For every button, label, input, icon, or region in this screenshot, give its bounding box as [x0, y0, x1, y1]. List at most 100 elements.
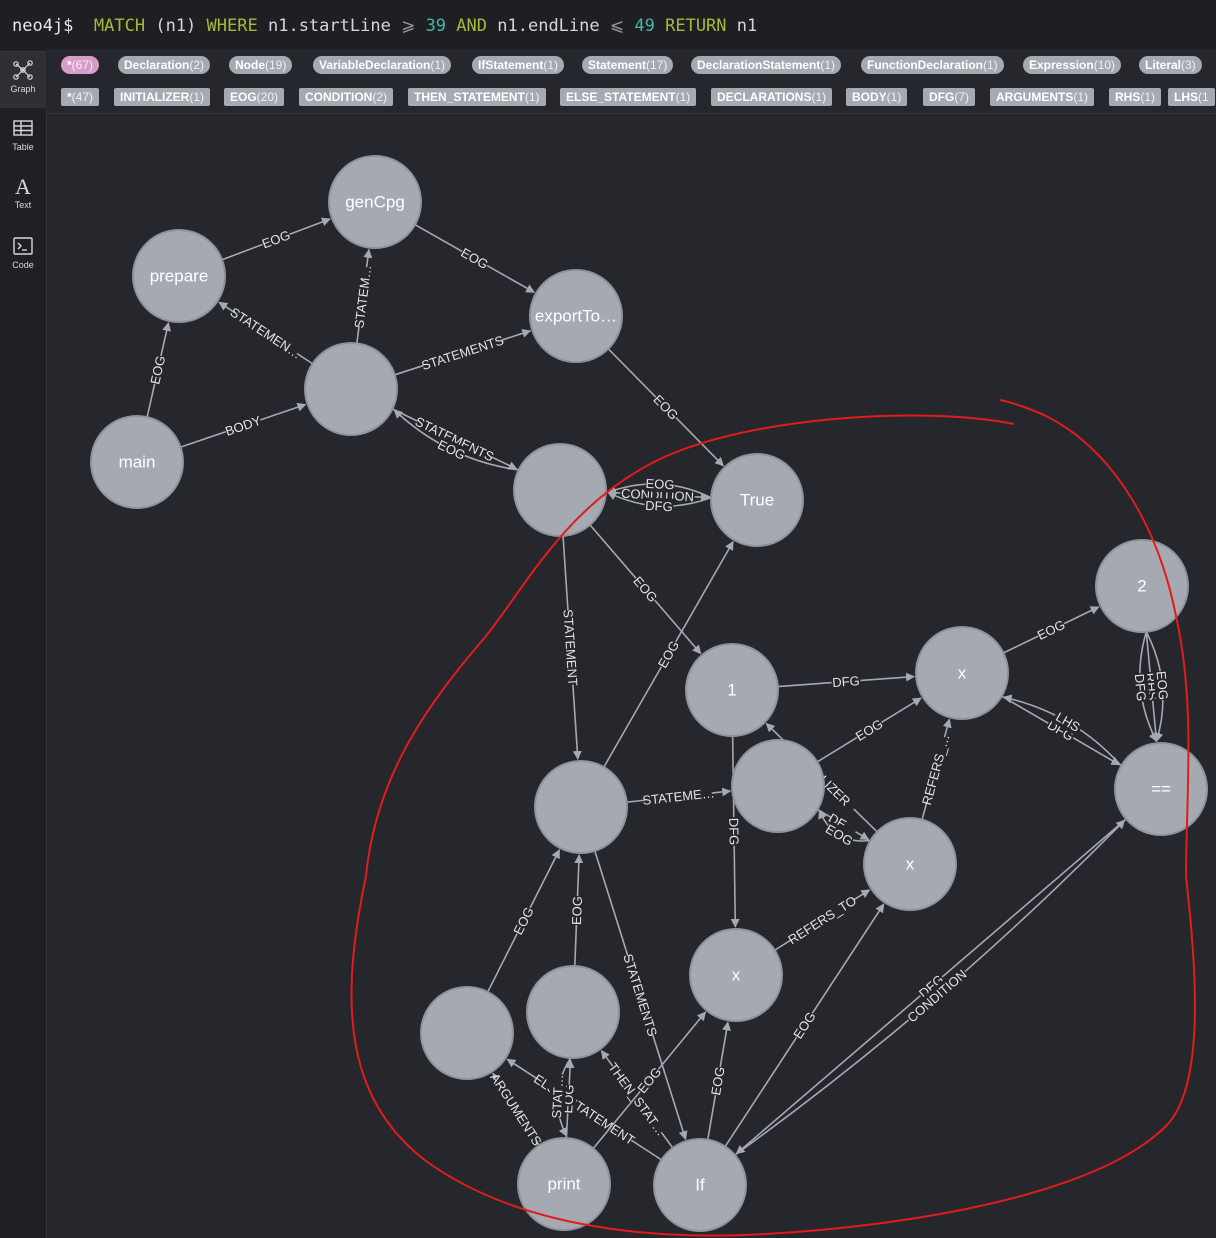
chip-name: Literal [1145, 58, 1182, 72]
node-circle[interactable] [304, 342, 398, 436]
node-true[interactable]: True [710, 453, 804, 547]
edge-label: EOG [645, 475, 675, 493]
rel-chip-lhs[interactable]: LHS(1 [1168, 88, 1215, 106]
label-chip-variabledeclaration[interactable]: VariableDeclaration(1) [313, 56, 452, 74]
node-unnamed[interactable] [420, 986, 514, 1080]
rel-chip-then_statement[interactable]: THEN_STATEMENT(1) [408, 88, 546, 106]
node-unnamed[interactable] [513, 443, 607, 537]
edge-label: STATEME… [642, 785, 715, 809]
node-caption: print [547, 1175, 580, 1194]
node-caption: x [958, 664, 967, 683]
edge-label-text: EOG [655, 638, 682, 671]
node-gencpg[interactable]: genCpg [328, 155, 422, 249]
code-icon [13, 237, 33, 255]
edge-label: REFERS_… [919, 732, 953, 806]
chip-count: (67) [71, 58, 94, 72]
sidebar-item-table[interactable]: Table [0, 110, 46, 166]
query-keyword-where: WHERE [206, 16, 258, 36]
node-unnamed[interactable] [526, 965, 620, 1059]
edge-label: EOG [568, 896, 586, 925]
sidebar-item-code[interactable]: Code [0, 228, 46, 284]
edge-label: EOG [1034, 616, 1068, 644]
chip-count: (1) [189, 90, 204, 104]
node-print[interactable]: print [517, 1137, 611, 1231]
node-circle[interactable] [526, 965, 620, 1059]
edge-label-text: DFG [1132, 673, 1149, 702]
label-chip-ifstatement[interactable]: IfStatement(1) [472, 56, 565, 74]
node-exportto[interactable]: exportTo… [529, 269, 623, 363]
rel-chip-condition[interactable]: CONDITION(2) [299, 88, 394, 106]
chip-count: (2) [372, 90, 388, 104]
rel-chip-eog[interactable]: EOG(20) [224, 88, 285, 106]
node-circle[interactable] [534, 760, 628, 854]
node-unnamed[interactable] [731, 739, 825, 833]
rel-chip-arguments[interactable]: ARGUMENTS(1) [990, 88, 1095, 106]
node-x[interactable]: x [863, 817, 957, 911]
edge-label-text: BODY [223, 413, 263, 439]
sidebar-item-text[interactable]: A Text [0, 168, 46, 224]
label-chip-declarationstatement[interactable]: DeclarationStatement(1) [691, 56, 842, 74]
label-chip-all[interactable]: *(67) [61, 56, 100, 74]
chip-name: VariableDeclaration [319, 58, 431, 72]
label-chip-functiondeclaration[interactable]: FunctionDeclaration(1) [861, 56, 1004, 74]
edge-label-text: EOG [458, 245, 491, 272]
chip-name: LHS [1174, 90, 1198, 104]
label-chip-statement[interactable]: Statement(17) [582, 56, 674, 74]
edge-label-text: STATEMENT [560, 609, 580, 687]
query-bar[interactable]: neo4j$ MATCH (n1) WHERE n1.startLine ⩾ 3… [0, 0, 1216, 52]
node-unnamed[interactable] [534, 760, 628, 854]
chip-count: (10) [1093, 58, 1116, 72]
label-chip-literal[interactable]: Literal(3) [1139, 56, 1202, 74]
sidebar-item-label: Graph [10, 84, 36, 94]
chip-name: BODY [852, 90, 887, 104]
edge-label-text: EOG [1154, 670, 1172, 700]
rel-chip-else_statement[interactable]: ELSE_STATEMENT(1) [560, 88, 697, 106]
node-circle[interactable] [513, 443, 607, 537]
edge-label: DFG [831, 672, 861, 691]
node-circle[interactable] [420, 986, 514, 1080]
node-caption: True [740, 491, 774, 510]
rel-chip-dfg[interactable]: DFG(7) [923, 88, 976, 106]
chip-count: (3) [1181, 58, 1196, 72]
graph-icon [13, 60, 33, 80]
node-caption: main [119, 453, 156, 472]
chip-count: (20) [256, 90, 279, 104]
sidebar-item-label: Table [12, 142, 34, 152]
rel-chip-body[interactable]: BODY(1) [846, 88, 908, 106]
node-==[interactable]: == [1114, 742, 1208, 836]
node-1[interactable]: 1 [685, 643, 779, 737]
chip-count: (1) [524, 90, 540, 104]
query-number-49: 49 [634, 16, 655, 36]
node-prepare[interactable]: prepare [132, 229, 226, 323]
chip-name: Statement [588, 58, 647, 72]
node-2[interactable]: 2 [1095, 539, 1189, 633]
chip-name: RHS [1115, 90, 1141, 104]
chip-count: (1) [1073, 90, 1089, 104]
node-if[interactable]: If [653, 1138, 747, 1232]
edge-label: STATEMENTS [420, 332, 506, 373]
edge-label-text: EOG [569, 896, 585, 925]
label-chip-expression[interactable]: Expression(10) [1023, 56, 1122, 74]
node-circle[interactable] [731, 739, 825, 833]
rel-chip-initializer[interactable]: INITIALIZER(1) [114, 88, 210, 106]
sidebar-item-graph[interactable]: Graph [0, 52, 46, 108]
label-chip-declaration[interactable]: Declaration(2) [118, 56, 211, 74]
node-x[interactable]: x [915, 626, 1009, 720]
node-x[interactable]: x [689, 928, 783, 1022]
chip-count: (1) [543, 58, 559, 72]
rel-chip-rhs[interactable]: RHS(1) [1109, 88, 1162, 106]
node-main[interactable]: main [90, 415, 184, 509]
edge-label: STATEMENT [559, 609, 581, 687]
graph-canvas[interactable]: EOG EOG STATEMEN… STATEM… STATEMENTS STATEMEN… [46, 116, 1216, 1238]
chip-name: INITIALIZER [120, 90, 190, 104]
chip-count: (2) [189, 58, 205, 72]
node-unnamed[interactable] [304, 342, 398, 436]
label-chip-node[interactable]: Node(19) [229, 56, 293, 74]
edge-label: STATEMENTS [620, 952, 660, 1038]
rel-chip-all[interactable]: *(47) [61, 88, 100, 106]
chip-count: (1) [983, 58, 998, 72]
query-keyword-match: MATCH [93, 16, 146, 36]
chip-count: (17) [646, 58, 668, 72]
rel-chip-declarations[interactable]: DECLARATIONS(1) [711, 88, 833, 106]
edge-label-text: DFG [645, 498, 673, 514]
